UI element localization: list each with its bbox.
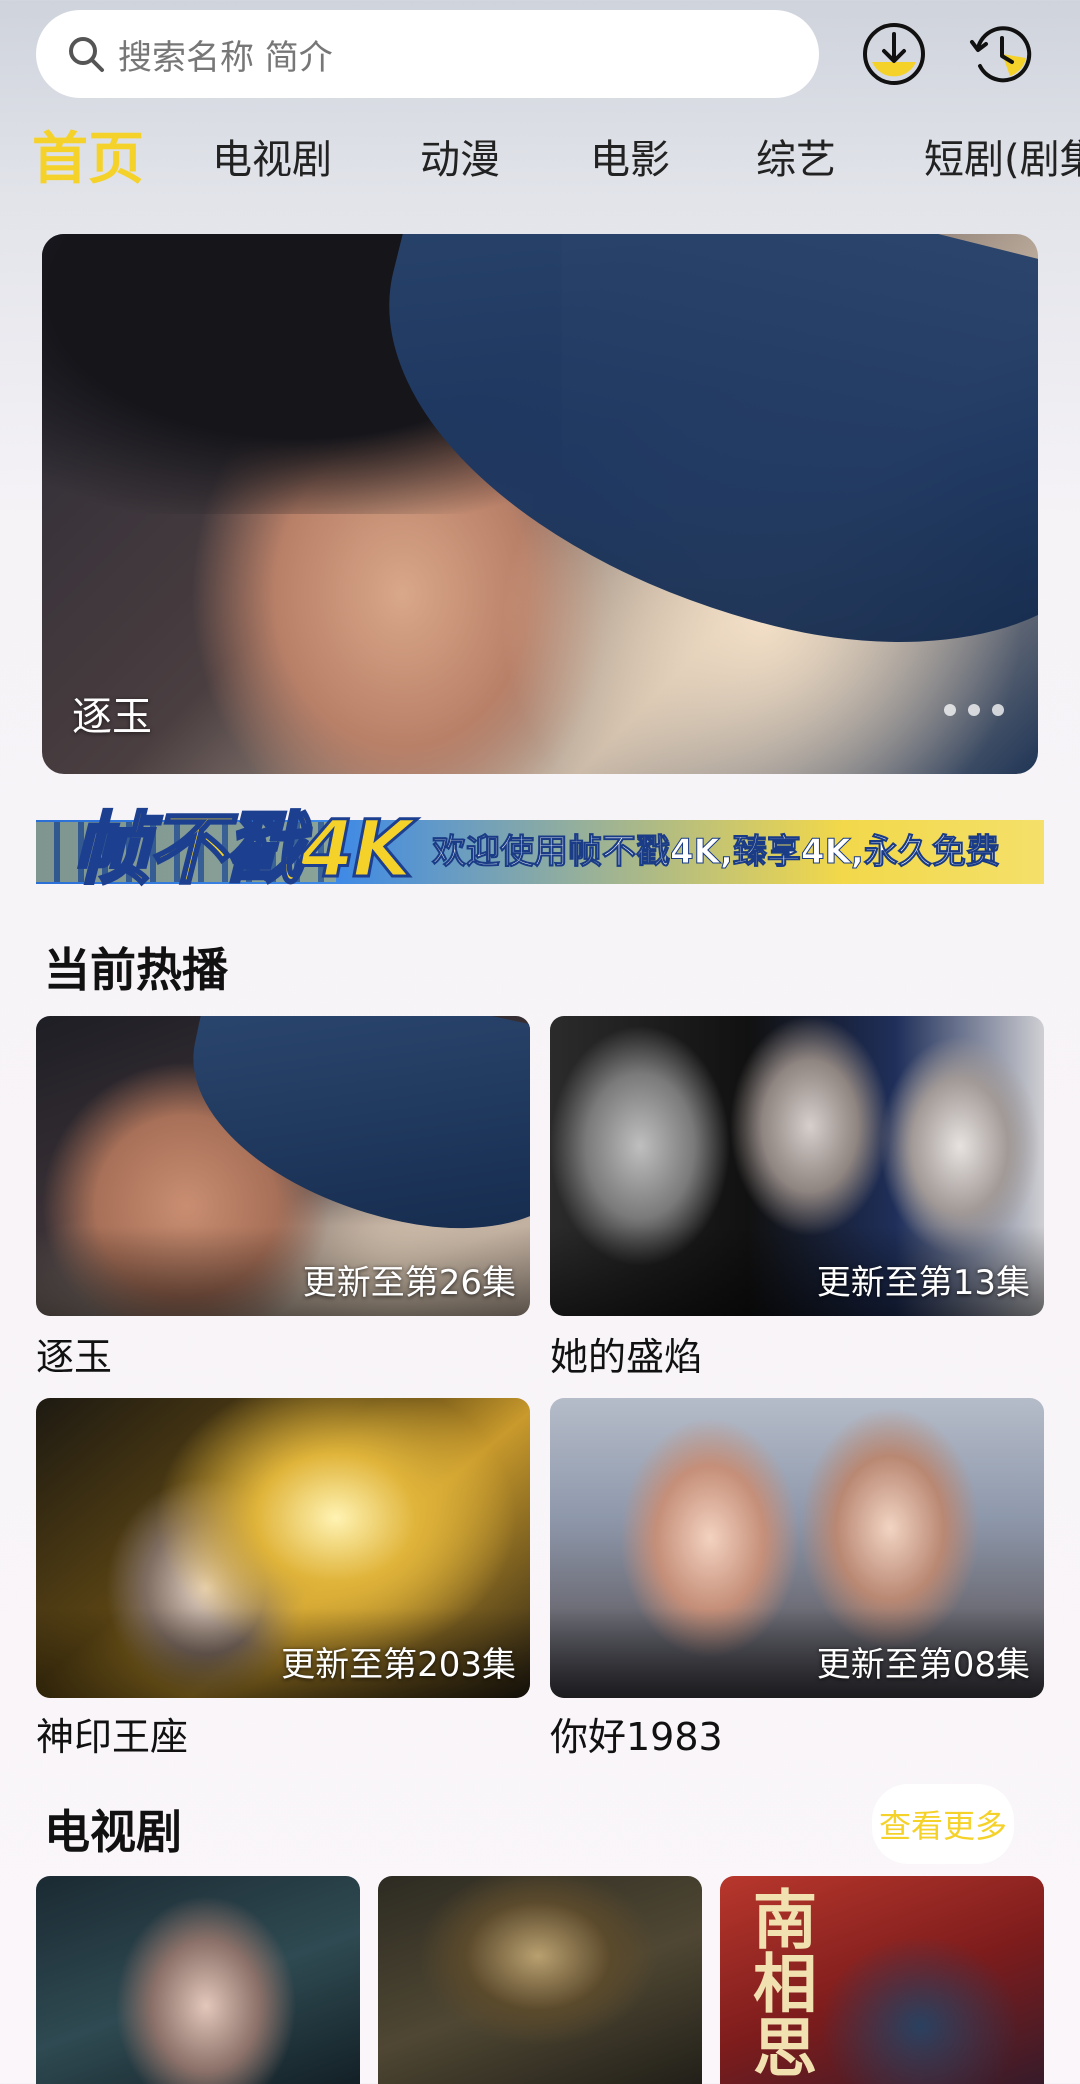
- banner-carousel[interactable]: 逐玉: [42, 234, 1038, 774]
- hot-card[interactable]: 更新至第203集: [36, 1398, 530, 1698]
- search-icon: [69, 37, 104, 72]
- banner-title: 逐玉: [72, 694, 152, 740]
- episode-badge: 更新至第203集: [281, 1645, 516, 1685]
- carousel-pager: [944, 704, 1004, 716]
- tv-poster[interactable]: [378, 1876, 702, 2084]
- hot-card[interactable]: 更新至第26集: [36, 1016, 530, 1316]
- tab-short-drama[interactable]: 短剧(剧集: [924, 120, 1080, 200]
- tab-home[interactable]: 首页: [32, 120, 144, 200]
- episode-badge: 更新至第26集: [302, 1263, 516, 1303]
- tab-anime[interactable]: 动漫: [420, 120, 500, 200]
- card-title[interactable]: 逐玉: [36, 1326, 112, 1381]
- search-placeholder: 搜索名称 简介: [118, 37, 333, 78]
- pager-dot: [968, 704, 980, 716]
- card-title[interactable]: 她的盛焰: [550, 1326, 702, 1381]
- search-bar[interactable]: 搜索名称 简介: [36, 10, 819, 98]
- tab-tv-series[interactable]: 电视剧: [212, 120, 332, 200]
- view-more-button[interactable]: 查看更多: [872, 1784, 1014, 1864]
- history-icon[interactable]: [966, 18, 1038, 90]
- promo-banner[interactable]: 帧不戳4K 欢迎使用帧不戳4K,臻享4K,永久免费: [36, 800, 1044, 900]
- tab-movie[interactable]: 电影: [590, 120, 670, 200]
- section-title-tv: 电视剧: [44, 1805, 182, 1859]
- promo-logo: 帧不戳4K: [71, 804, 415, 897]
- download-icon[interactable]: [858, 18, 930, 90]
- poster-title-art: 南相思: [742, 1886, 817, 2078]
- tv-poster[interactable]: [36, 1876, 360, 2084]
- hot-card[interactable]: 更新至第08集: [550, 1398, 1044, 1698]
- pager-dot: [944, 704, 956, 716]
- tab-variety[interactable]: 综艺: [756, 120, 836, 200]
- hot-card[interactable]: 更新至第13集: [550, 1016, 1044, 1316]
- poster-art: [167, 1016, 530, 1256]
- episode-badge: 更新至第08集: [816, 1645, 1030, 1685]
- section-title-hot: 当前热播: [44, 943, 228, 997]
- category-tabs: 首页 电视剧 动漫 电影 综艺 短剧(剧集: [0, 120, 1080, 200]
- card-title[interactable]: 神印王座: [36, 1706, 188, 1761]
- promo-text: 欢迎使用帧不戳4K,臻享4K,永久免费: [432, 832, 1001, 873]
- tv-poster[interactable]: 南相思: [720, 1876, 1044, 2084]
- card-title[interactable]: 你好1983: [550, 1706, 723, 1761]
- pager-dot: [992, 704, 1004, 716]
- episode-badge: 更新至第13集: [816, 1263, 1030, 1303]
